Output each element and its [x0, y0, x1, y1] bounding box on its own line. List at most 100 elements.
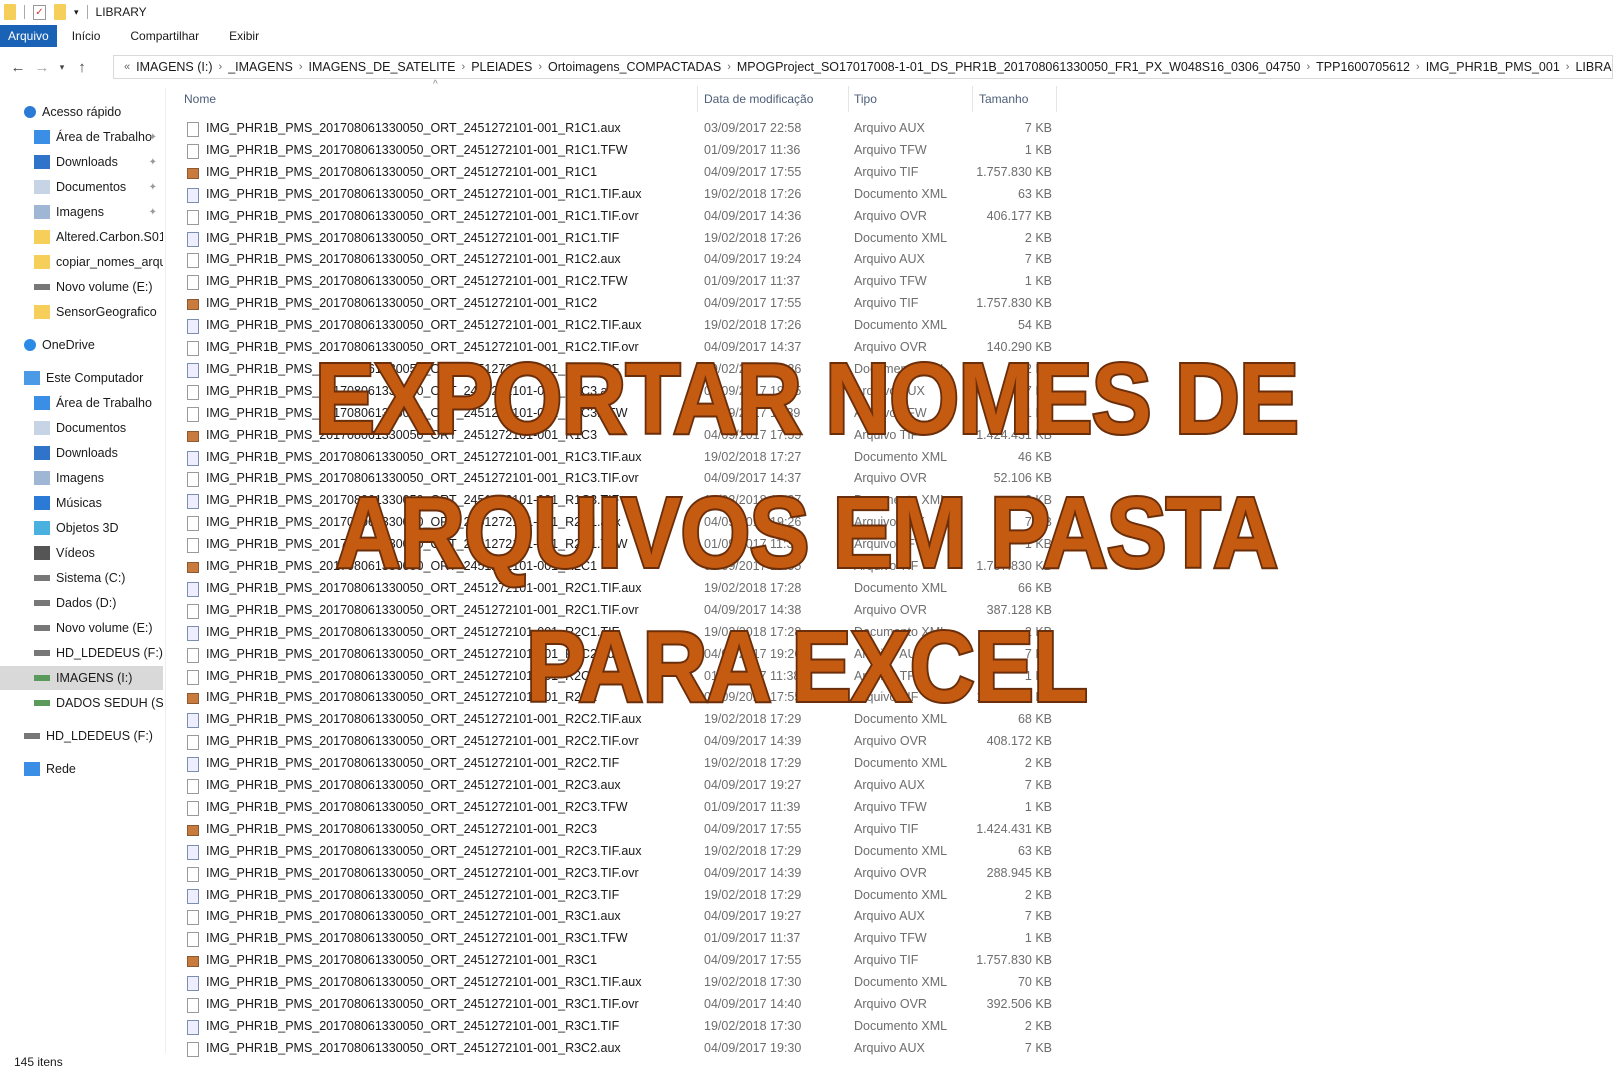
breadcrumb-item[interactable]: IMAGENS (I:)	[130, 60, 218, 74]
column-header-name[interactable]: Nome	[184, 88, 216, 110]
column-divider[interactable]	[848, 86, 849, 112]
sidebar-item[interactable]: Novo volume (E:)	[0, 275, 163, 299]
sort-arrow-icon: ^	[433, 79, 438, 90]
xml-file-icon	[187, 319, 199, 335]
new-folder-icon[interactable]	[54, 4, 66, 20]
file-size: 7 KB	[1024, 252, 1052, 267]
forward-icon[interactable]: →	[30, 59, 54, 76]
column-divider[interactable]	[697, 86, 698, 112]
file-type: Arquivo TIF	[854, 296, 919, 311]
file-type: Arquivo TFW	[854, 931, 927, 946]
drive-icon	[34, 575, 50, 581]
column-divider[interactable]	[972, 86, 973, 112]
breadcrumb-item[interactable]: LIBRARY	[1569, 60, 1612, 74]
file-row[interactable]: IMG_PHR1B_PMS_201708061330050_ORT_245127…	[182, 819, 1052, 841]
file-name: IMG_PHR1B_PMS_201708061330050_ORT_245127…	[206, 778, 621, 792]
file-row[interactable]: IMG_PHR1B_PMS_201708061330050_ORT_245127…	[182, 994, 1052, 1016]
file-row[interactable]: IMG_PHR1B_PMS_201708061330050_ORT_245127…	[182, 797, 1052, 819]
file-type: Arquivo AUX	[854, 252, 925, 267]
file-row[interactable]: IMG_PHR1B_PMS_201708061330050_ORT_245127…	[182, 140, 1052, 162]
sidebar-item[interactable]: copiar_nomes_arqu	[0, 250, 163, 274]
file-row[interactable]: IMG_PHR1B_PMS_201708061330050_ORT_245127…	[182, 293, 1052, 315]
file-row[interactable]: IMG_PHR1B_PMS_201708061330050_ORT_245127…	[182, 950, 1052, 972]
sidebar-item[interactable]: Dados (D:)	[0, 591, 163, 615]
tab-compartilhar[interactable]: Compartilhar	[115, 25, 214, 47]
file-size: 1 KB	[1024, 931, 1052, 946]
up-icon[interactable]: ↑	[70, 59, 94, 76]
back-icon[interactable]: ←	[6, 59, 30, 76]
file-row[interactable]: IMG_PHR1B_PMS_201708061330050_ORT_245127…	[182, 206, 1052, 228]
file-row[interactable]: IMG_PHR1B_PMS_201708061330050_ORT_245127…	[182, 1038, 1052, 1060]
address-bar[interactable]: « IMAGENS (I:) › _IMAGENS › IMAGENS_DE_SATEL…	[113, 55, 1613, 79]
file-row[interactable]: IMG_PHR1B_PMS_201708061330050_ORT_245127…	[182, 972, 1052, 994]
breadcrumb-item[interactable]: IMG_PHR1B_PMS_001	[1420, 60, 1566, 74]
sidebar-item[interactable]: HD_LDEDEUS (F:)	[0, 724, 163, 748]
sidebar-item[interactable]: Área de Trabalho ✦	[0, 125, 163, 149]
folder-icon[interactable]	[4, 4, 16, 20]
sidebar-item[interactable]: Documentos ✦	[0, 175, 163, 199]
sidebar-item[interactable]: Altered.Carbon.S01.	[0, 225, 163, 249]
file-row[interactable]: IMG_PHR1B_PMS_201708061330050_ORT_245127…	[182, 162, 1052, 184]
file-row[interactable]: IMG_PHR1B_PMS_201708061330050_ORT_245127…	[182, 228, 1052, 250]
file-row[interactable]: IMG_PHR1B_PMS_201708061330050_ORT_245127…	[182, 775, 1052, 797]
file-type: Arquivo OVR	[854, 734, 927, 749]
file-row[interactable]: IMG_PHR1B_PMS_201708061330050_ORT_245127…	[182, 249, 1052, 271]
column-divider[interactable]	[1056, 86, 1057, 112]
network-drive-icon	[34, 675, 50, 681]
file-name: IMG_PHR1B_PMS_201708061330050_ORT_245127…	[206, 953, 598, 968]
file-row[interactable]: IMG_PHR1B_PMS_201708061330050_ORT_245127…	[182, 841, 1052, 863]
download-icon	[34, 155, 50, 169]
xml-file-icon	[187, 976, 199, 992]
file-row[interactable]: IMG_PHR1B_PMS_201708061330050_ORT_245127…	[182, 1016, 1052, 1038]
image-file-icon	[187, 956, 199, 968]
sidebar-item[interactable]: Rede	[0, 757, 163, 781]
file-date: 04/09/2017 17:55	[704, 821, 802, 836]
file-row[interactable]: IMG_PHR1B_PMS_201708061330050_ORT_245127…	[182, 928, 1052, 950]
file-date: 01/09/2017 11:36	[704, 142, 801, 157]
properties-icon[interactable]: ✓	[33, 4, 46, 20]
file-row[interactable]: IMG_PHR1B_PMS_201708061330050_ORT_245127…	[182, 184, 1052, 206]
sidebar-item[interactable]: Imagens ✦	[0, 200, 163, 224]
file-name: IMG_PHR1B_PMS_201708061330050_ORT_245127…	[206, 997, 639, 1011]
file-row[interactable]: IMG_PHR1B_PMS_201708061330050_ORT_245127…	[182, 271, 1052, 293]
pictures-icon	[34, 205, 50, 219]
file-row[interactable]: IMG_PHR1B_PMS_201708061330050_ORT_245127…	[182, 885, 1052, 907]
tab-inicio[interactable]: Início	[57, 25, 116, 47]
file-row[interactable]: IMG_PHR1B_PMS_201708061330050_ORT_245127…	[182, 863, 1052, 885]
breadcrumb-item[interactable]: IMAGENS_DE_SATELITE	[302, 60, 461, 74]
sidebar-item-label: Área de Trabalho	[56, 130, 152, 144]
tab-exibir[interactable]: Exibir	[214, 25, 274, 47]
overlay-title-line-3: PARA EXCEL	[524, 611, 1090, 723]
divider	[86, 5, 88, 19]
file-name: IMG_PHR1B_PMS_201708061330050_ORT_245127…	[206, 734, 639, 749]
column-header-size[interactable]: Tamanho	[979, 88, 1028, 110]
sidebar-item[interactable]: SensorGeografico	[0, 300, 163, 324]
file-size: 7 KB	[1024, 1040, 1052, 1055]
file-row[interactable]: IMG_PHR1B_PMS_201708061330050_ORT_245127…	[182, 731, 1052, 753]
file-name: IMG_PHR1B_PMS_201708061330050_ORT_245127…	[206, 975, 642, 990]
breadcrumb-item[interactable]: MPOGProject_SO17017008-1-01_DS_PHR1B_201…	[731, 60, 1307, 74]
sidebar-item[interactable]: Acesso rápido	[0, 100, 163, 124]
image-file-icon	[187, 167, 199, 179]
breadcrumb-item[interactable]: Ortoimagens_COMPACTADAS	[542, 60, 727, 74]
breadcrumb-item[interactable]: PLEIADES	[465, 60, 538, 74]
breadcrumb-item[interactable]: _IMAGENS	[222, 60, 299, 74]
file-row[interactable]: IMG_PHR1B_PMS_201708061330050_ORT_245127…	[182, 753, 1052, 775]
file-row[interactable]: IMG_PHR1B_PMS_201708061330050_ORT_245127…	[182, 315, 1052, 337]
file-type: Arquivo OVR	[854, 208, 927, 223]
file-row[interactable]: IMG_PHR1B_PMS_201708061330050_ORT_245127…	[182, 118, 1052, 140]
file-row[interactable]: IMG_PHR1B_PMS_201708061330050_ORT_245127…	[182, 906, 1052, 928]
recent-locations-icon[interactable]: ▾	[54, 62, 70, 73]
sidebar-item[interactable]: Downloads ✦	[0, 150, 163, 174]
overlay-title-line-1: EXPORTAR NOMES DE	[313, 343, 1301, 455]
sidebar-item-label: copiar_nomes_arqu	[56, 255, 163, 269]
file-name: IMG_PHR1B_PMS_201708061330050_ORT_245127…	[206, 821, 598, 836]
file-date: 04/09/2017 17:55	[704, 953, 802, 968]
breadcrumb-item[interactable]: TPP1600705612	[1310, 60, 1416, 74]
column-header-type[interactable]: Tipo	[854, 88, 877, 110]
file-date: 04/09/2017 14:39	[704, 734, 802, 749]
column-header-date[interactable]: Data de modificação	[704, 88, 813, 110]
tab-arquivo[interactable]: Arquivo	[0, 25, 57, 47]
customize-quick-access-icon[interactable]: ▾	[74, 7, 79, 18]
item-count: 145 itens	[14, 1055, 63, 1069]
